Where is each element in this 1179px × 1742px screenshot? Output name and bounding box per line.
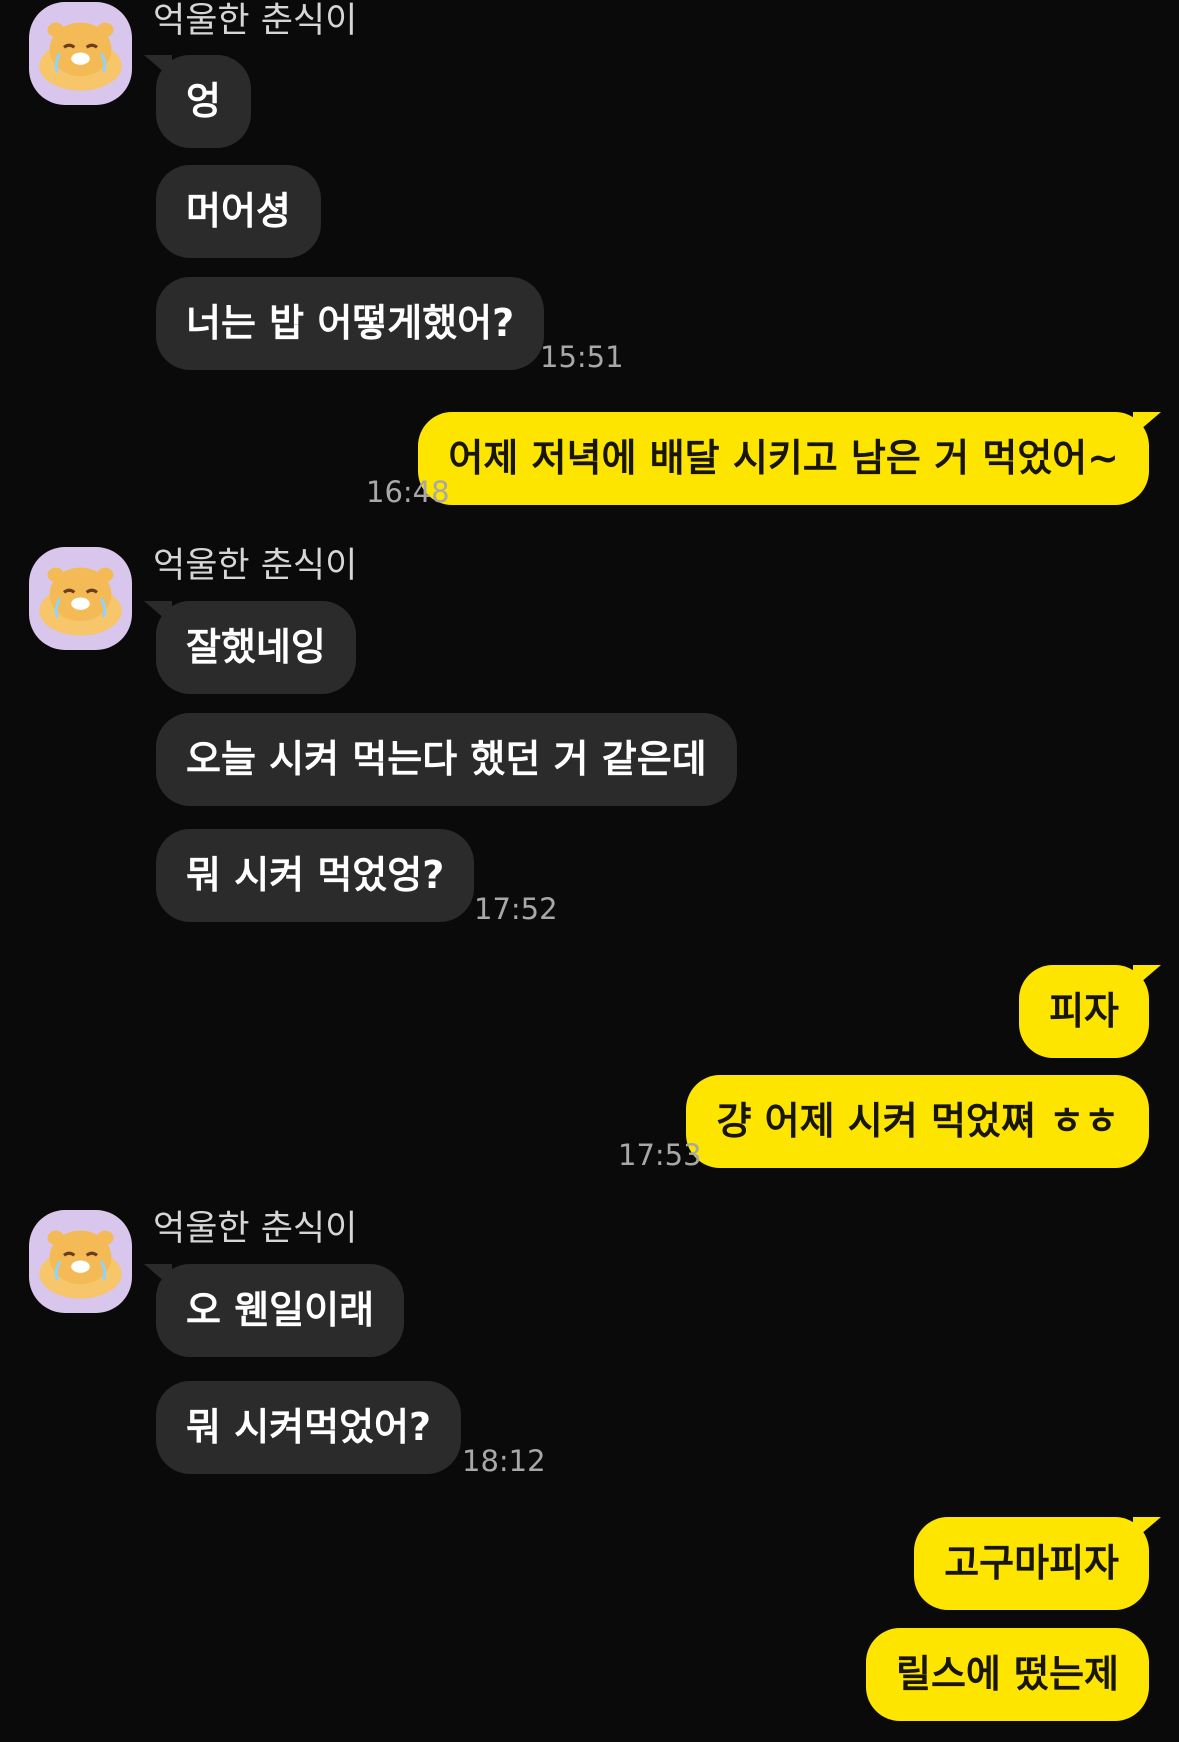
outgoing-message[interactable]: 피자: [1019, 965, 1161, 1058]
outgoing-message[interactable]: 고구마피자: [914, 1517, 1161, 1610]
message-timestamp: 18:12: [462, 1444, 546, 1478]
incoming-message[interactable]: 뭐 시켜 먹었엉?: [156, 829, 475, 922]
incoming-message[interactable]: 엉: [144, 55, 251, 148]
choonsik-avatar-icon[interactable]: [29, 547, 132, 650]
message-timestamp: 17:52: [474, 892, 558, 926]
message-timestamp: 15:51: [540, 340, 624, 374]
incoming-message[interactable]: 뭐 시켜먹었어?: [156, 1381, 462, 1474]
incoming-message[interactable]: 잘했네잉: [144, 601, 356, 694]
outgoing-message[interactable]: 어제 저녁에 배달 시키고 남은 거 먹었어~: [418, 412, 1161, 505]
choonsik-avatar-icon[interactable]: [29, 1210, 132, 1313]
sender-name: 억울한 춘식이: [153, 1209, 358, 1249]
incoming-message[interactable]: 오늘 시켜 먹는다 했던 거 같은데: [156, 713, 737, 806]
message-timestamp: 17:53: [618, 1138, 702, 1172]
sender-name: 억울한 춘식이: [153, 1, 358, 41]
incoming-message[interactable]: 너는 밥 어떻게했어?: [156, 277, 545, 370]
outgoing-message[interactable]: 걍 어제 시켜 먹었쪄 ㅎㅎ: [686, 1075, 1149, 1168]
outgoing-message[interactable]: 릴스에 떴는제: [866, 1628, 1149, 1721]
choonsik-avatar-icon[interactable]: [29, 2, 132, 105]
incoming-message[interactable]: 오 웬일이래: [143, 1264, 405, 1357]
incoming-message[interactable]: 머어셩: [156, 165, 321, 258]
sender-name: 억울한 춘식이: [153, 546, 358, 586]
message-timestamp: 16:48: [366, 475, 450, 509]
